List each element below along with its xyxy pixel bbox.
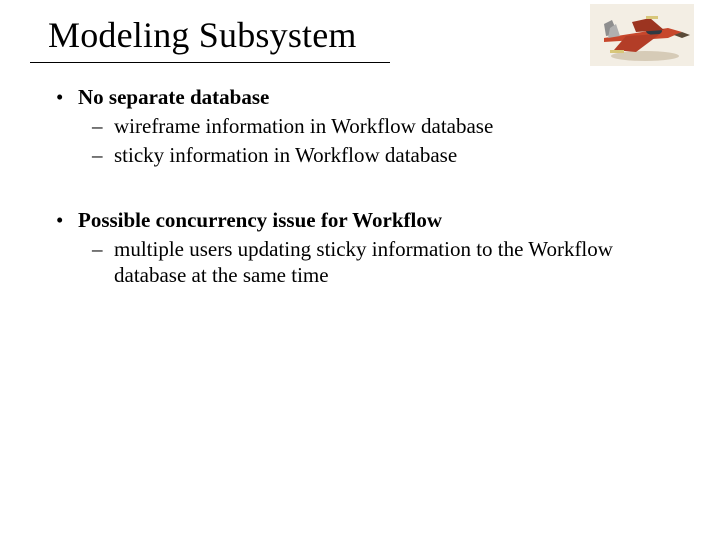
bullet-dash-icon: –	[92, 142, 114, 169]
spacer	[56, 169, 664, 203]
bullet-dash-icon: –	[92, 236, 114, 290]
bullet-level2: – sticky information in Workflow databas…	[92, 142, 664, 169]
bullet-dot-icon: •	[56, 207, 78, 234]
slide-title: Modeling Subsystem	[48, 14, 357, 56]
bullet-level1: • No separate database	[56, 84, 664, 111]
slide: Modeling Subsystem • No s	[0, 0, 720, 540]
bullet-level1: • Possible concurrency issue for Workflo…	[56, 207, 664, 234]
bullet-text: No separate database	[78, 84, 664, 111]
bullet-dot-icon: •	[56, 84, 78, 111]
bullet-text: Possible concurrency issue for Workflow	[78, 207, 664, 234]
bullet-level2: – wireframe information in Workflow data…	[92, 113, 664, 140]
bullet-text: multiple users updating sticky informati…	[114, 236, 664, 290]
bullet-level2: – multiple users updating sticky informa…	[92, 236, 664, 290]
bullet-text: sticky information in Workflow database	[114, 142, 664, 169]
bullet-dash-icon: –	[92, 113, 114, 140]
content-area: • No separate database – wireframe infor…	[56, 80, 664, 289]
aircraft-logo-icon	[590, 4, 694, 66]
title-underline	[30, 62, 390, 63]
bullet-text: wireframe information in Workflow databa…	[114, 113, 664, 140]
